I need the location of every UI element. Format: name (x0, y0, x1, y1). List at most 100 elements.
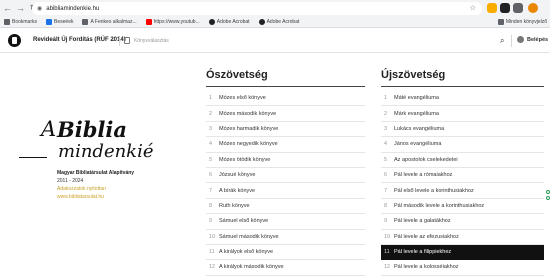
folder-icon (82, 19, 89, 25)
extension-icon[interactable] (487, 3, 497, 13)
book-number: 1 (209, 95, 213, 102)
search-icon[interactable]: ⌕ (500, 36, 504, 46)
forward-icon[interactable]: → (15, 3, 26, 14)
book-item[interactable]: 6 Pál levele a rómaiakhoz (381, 168, 544, 184)
book-item[interactable]: 6 Józsué könyve (206, 168, 365, 184)
book-item[interactable]: 9 Pál levele a galatákhoz (381, 214, 544, 230)
book-name: Mózes harmadik könyve (219, 125, 279, 132)
bookmark-item[interactable]: Bookmarks (4, 19, 37, 25)
book-number: 4 (384, 141, 388, 148)
book-name: Pál második levele a korinthusiakhoz (394, 202, 485, 209)
book-name: Pál levele az efezusiakhoz (394, 233, 459, 240)
divider (511, 35, 512, 47)
book-number: 12 (209, 264, 216, 271)
book-number: 7 (384, 187, 388, 194)
extension-icon[interactable] (500, 3, 510, 13)
book-item[interactable]: 3 Mózes harmadik könyve (206, 122, 365, 138)
website-link[interactable]: www.bibliatarsulat.hu (57, 194, 104, 200)
book-number: 8 (384, 202, 388, 209)
book-item[interactable]: 4 János evangéliuma (381, 137, 544, 153)
book-name: Mózes ötödik könyve (219, 156, 271, 163)
divider (119, 36, 120, 46)
new-testament-rule (381, 86, 544, 87)
folder-icon (497, 19, 504, 25)
new-testament-list: 1 Máté evangéliuma 2 Márk evangéliuma 3 Lukác… (381, 91, 544, 276)
book-item[interactable]: 12 Pál levele a kolosséiakhoz (381, 260, 544, 276)
book-item[interactable]: 9 Sámuel első könyve (206, 214, 365, 230)
book-name: Pál első levele a korinthusiakhoz (394, 187, 474, 194)
book-number: 10 (209, 233, 216, 240)
book-number: 2 (209, 110, 213, 117)
book-name: Mózes második könyve (219, 110, 277, 117)
bookmark-item[interactable]: Adobe Acrobat (208, 19, 250, 25)
back-icon[interactable]: ← (2, 3, 13, 14)
old-testament-title: Ószövetség (206, 69, 268, 81)
book-number: 2 (384, 110, 388, 117)
book-item[interactable]: 10 Pál levele az efezusiakhoz (381, 230, 544, 245)
book-number: 4 (209, 141, 213, 148)
book-number: 5 (384, 156, 388, 163)
book-item[interactable]: 12 A királyok második könyve (206, 260, 365, 276)
book-number: 10 (384, 233, 391, 240)
book-item[interactable]: 8 Ruth könyve (206, 199, 365, 215)
bookmark-item[interactable]: A Fenkes alkalmaz... (82, 19, 137, 25)
bookmark-item[interactable]: https://www.youtub... (145, 19, 200, 25)
book-name: A királyok második könyve (219, 264, 284, 271)
side-widget[interactable] (546, 190, 550, 218)
book-name: Mózes negyedik könyve (219, 141, 278, 148)
book-item[interactable]: 8 Pál második levele a korinthusiakhoz (381, 199, 544, 215)
bookmark-star-icon[interactable]: ☆ (470, 4, 476, 12)
book-item[interactable]: 4 Mózes negyedik könyve (206, 137, 365, 153)
favicon-icon (46, 19, 53, 25)
user-icon (517, 36, 524, 43)
book-name: Pál levele a filippiekhez (394, 249, 452, 256)
browser-toolbar: ← → ↻ ◉ abibliamindenkie.hu ☆ (0, 0, 550, 17)
book-name: Az apostolok cselekedetei (394, 156, 458, 163)
book-item[interactable]: 5 Mózes ötödik könyve (206, 153, 365, 168)
book-item[interactable]: 3 Lukács evangéliuma (381, 122, 544, 138)
brand-title-biblia: Biblia (57, 117, 127, 142)
profile-avatar[interactable] (528, 3, 538, 13)
book-item[interactable]: 2 Mózes második könyve (206, 106, 365, 122)
book-item[interactable]: 2 Márk evangéliuma (381, 106, 544, 122)
widget-icon[interactable] (546, 196, 550, 200)
book-name: Márk evangéliuma (394, 110, 439, 117)
book-item[interactable]: 1 Máté evangéliuma (381, 91, 544, 107)
book-icon (124, 37, 130, 44)
address-url: abibliamindenkie.hu (46, 5, 100, 12)
book-name: Sámuel második könyve (219, 233, 279, 240)
book-number: 9 (209, 218, 213, 225)
book-name: Pál levele a rómaiakhoz (394, 172, 453, 179)
old-testament-rule (206, 86, 365, 87)
foundation-name: Magyar Bibliatársulat Alapítvány (57, 170, 135, 176)
chevron-down-icon[interactable]: ⌄ (111, 36, 116, 43)
extensions-menu-icon[interactable] (513, 3, 523, 13)
book-item[interactable]: 11 Pál levele a filippiekhez (381, 244, 544, 261)
site-info-icon[interactable]: ◉ (37, 5, 42, 12)
widget-icon[interactable] (546, 190, 550, 194)
book-item[interactable]: 1 Mózes első könyve (206, 91, 365, 107)
donate-link[interactable]: Adakozzatok nyitottan (57, 186, 106, 192)
book-number: 12 (384, 264, 391, 271)
book-item[interactable]: 11 A királyok első könyve (206, 245, 365, 261)
address-bar[interactable]: ◉ abibliamindenkie.hu ☆ (32, 2, 482, 15)
book-name: Józsué könyve (219, 172, 256, 179)
book-number: 3 (384, 125, 388, 132)
bible-logo-icon[interactable] (8, 34, 21, 47)
bookmark-item[interactable]: Beseéek (46, 19, 73, 25)
youtube-icon (145, 19, 152, 25)
book-selector[interactable]: Könyvválasztás (134, 38, 169, 44)
book-item[interactable]: 5 Az apostolok cselekedetei (381, 153, 544, 168)
book-item[interactable]: 7 Pál első levele a korinthusiakhoz (381, 183, 544, 199)
book-item[interactable]: 10 Sámuel második könyve (206, 230, 365, 245)
brand-title-mindenkie: mindenkié (58, 141, 154, 162)
book-number: 7 (209, 187, 213, 194)
brand-rule (19, 157, 47, 158)
all-bookmarks[interactable]: Minden könyvjelző (497, 19, 547, 25)
login-button[interactable]: Belépés (517, 36, 548, 43)
book-item[interactable]: 7 A bírák könyve (206, 183, 365, 199)
bookmark-item[interactable]: Adobe Acrobat (258, 19, 299, 25)
old-testament-list: 1 Mózes első könyve 2 Mózes második könyve 3… (206, 91, 365, 276)
book-number: 5 (209, 156, 213, 163)
book-number: 9 (384, 218, 388, 225)
